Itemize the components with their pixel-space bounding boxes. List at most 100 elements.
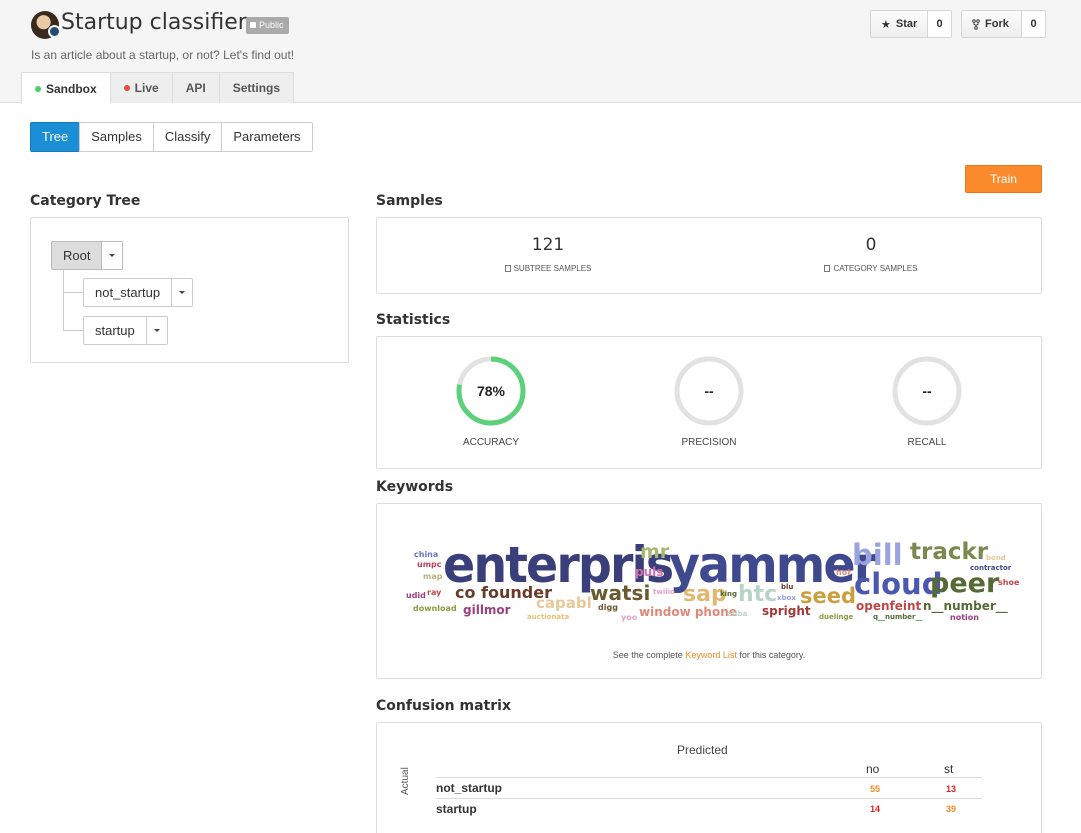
- train-button[interactable]: Train: [965, 165, 1042, 193]
- keyword: digg: [598, 603, 618, 612]
- keyword: q__number__: [873, 613, 923, 621]
- caret-down-icon[interactable]: [171, 279, 192, 306]
- keyword: spright: [762, 604, 811, 618]
- subnav-tree[interactable]: Tree: [30, 122, 81, 152]
- avatar-badge-icon: [48, 25, 61, 38]
- row-label-startup: startup: [436, 802, 477, 816]
- keyword: blu: [781, 583, 794, 591]
- tree-node-label: startup: [95, 323, 135, 338]
- visibility-badge: Public: [246, 17, 289, 34]
- tree-node-label: Root: [63, 248, 91, 263]
- tree-connector: [63, 330, 83, 331]
- fork-count: 0: [1021, 11, 1045, 37]
- subnav-classify[interactable]: Classify: [152, 122, 223, 152]
- caret-down-icon[interactable]: [145, 317, 167, 344]
- tab-live[interactable]: Live: [109, 72, 173, 103]
- star-button[interactable]: ★ Star 0: [870, 10, 952, 38]
- keyword: contractor: [970, 564, 1012, 572]
- category-samples-count: 0: [865, 235, 877, 255]
- tab-label: API: [185, 81, 206, 95]
- precision-label: PRECISION: [681, 437, 737, 448]
- page-title: Startup classifier: [61, 10, 247, 35]
- keyword-note: See the complete Keyword List for this c…: [612, 650, 806, 660]
- tab-settings[interactable]: Settings: [218, 72, 295, 103]
- fork-button[interactable]: Fork 0: [961, 10, 1046, 38]
- star-count: 0: [927, 11, 951, 37]
- category-samples-label: CATEGORY SAMPLES: [771, 264, 971, 273]
- caret-down-icon[interactable]: [101, 242, 123, 269]
- fork-label: Fork: [985, 18, 1009, 30]
- precision-value: --: [704, 383, 714, 399]
- tree-node-startup[interactable]: startup: [83, 316, 168, 345]
- star-label: Star: [895, 18, 918, 30]
- keyword: bond: [986, 554, 1006, 562]
- column-header-st: st: [944, 762, 954, 776]
- subtree-samples-count: 121: [531, 235, 565, 255]
- keyword-list-link[interactable]: Keyword List: [685, 650, 737, 660]
- sandbox-subnav: Tree Samples Classify Parameters: [30, 122, 313, 152]
- keyword: bill: [852, 538, 903, 572]
- document-icon: [824, 265, 831, 272]
- keyword: n__number__: [923, 599, 1008, 613]
- tab-label: Live: [134, 81, 159, 95]
- accuracy-label: ACCURACY: [462, 437, 520, 448]
- keyword: gillmor: [463, 603, 511, 617]
- lock-icon: [250, 22, 256, 28]
- main-tabs: Sandbox Live API Settings: [21, 72, 295, 104]
- tree-node-root[interactable]: Root: [51, 241, 124, 270]
- keyword: hot: [836, 568, 852, 577]
- row-divider: [436, 798, 982, 799]
- keyword: umpc: [417, 560, 442, 569]
- status-dot-icon: [35, 85, 41, 92]
- keyword: watsi: [590, 581, 651, 605]
- keyword: ray: [427, 588, 442, 597]
- tab-sandbox[interactable]: Sandbox: [21, 72, 111, 104]
- keyword: auctionata: [527, 613, 570, 621]
- classifier-description: Is an article about a startup, or not? L…: [31, 48, 295, 62]
- tree-node-not-startup[interactable]: not_startup: [83, 278, 194, 307]
- accuracy-value: 78%: [476, 383, 506, 399]
- confusion-matrix-title: Confusion matrix: [376, 698, 511, 714]
- matrix-cell: 14: [869, 804, 880, 814]
- keyword: yoo: [621, 613, 638, 622]
- keyword: notion: [950, 613, 979, 622]
- tab-label: Settings: [232, 81, 281, 95]
- column-header-no: no: [866, 762, 880, 776]
- matrix-cell: 55: [869, 784, 880, 794]
- tree-connector: [63, 269, 64, 330]
- subtree-samples-label: SUBTREE SAMPLES: [448, 264, 648, 273]
- star-icon: ★: [881, 18, 891, 31]
- keyword: window phone: [639, 605, 737, 619]
- samples-panel: [376, 217, 1042, 294]
- actual-label: Actual: [400, 767, 411, 795]
- fork-icon: [972, 18, 980, 30]
- keyword: map: [423, 572, 443, 581]
- keyword: twilio: [653, 588, 675, 596]
- keywords-title: Keywords: [376, 479, 454, 495]
- recall-label: RECALL: [907, 437, 947, 448]
- row-label-not-startup: not_startup: [436, 781, 502, 795]
- keyword: shoe: [998, 578, 1020, 587]
- predicted-label: Predicted: [677, 743, 728, 757]
- tree-connector: [63, 292, 83, 293]
- row-divider: [436, 777, 982, 778]
- status-dot-icon: [123, 85, 130, 91]
- keyword: duelinge: [819, 613, 854, 621]
- keyword: ariba: [727, 610, 748, 618]
- keyword: xbox: [777, 594, 796, 602]
- tab-label: Sandbox: [46, 81, 97, 96]
- matrix-cell: 13: [945, 784, 956, 794]
- keyword: puls: [635, 565, 664, 579]
- keyword: peer: [930, 568, 1000, 599]
- keyword: openfeint: [856, 599, 922, 613]
- subnav-parameters[interactable]: Parameters: [221, 122, 313, 152]
- repo-header: Startup classifier Public Is an article …: [0, 0, 1081, 104]
- subnav-samples[interactable]: Samples: [79, 122, 154, 152]
- recall-value: --: [922, 383, 932, 399]
- keyword: capabl: [536, 594, 592, 612]
- visibility-label: Public: [259, 20, 284, 30]
- tab-api[interactable]: API: [171, 72, 220, 103]
- keyword: udid: [406, 591, 426, 600]
- keyword: mr: [640, 541, 670, 563]
- tree-node-label: not_startup: [95, 285, 161, 300]
